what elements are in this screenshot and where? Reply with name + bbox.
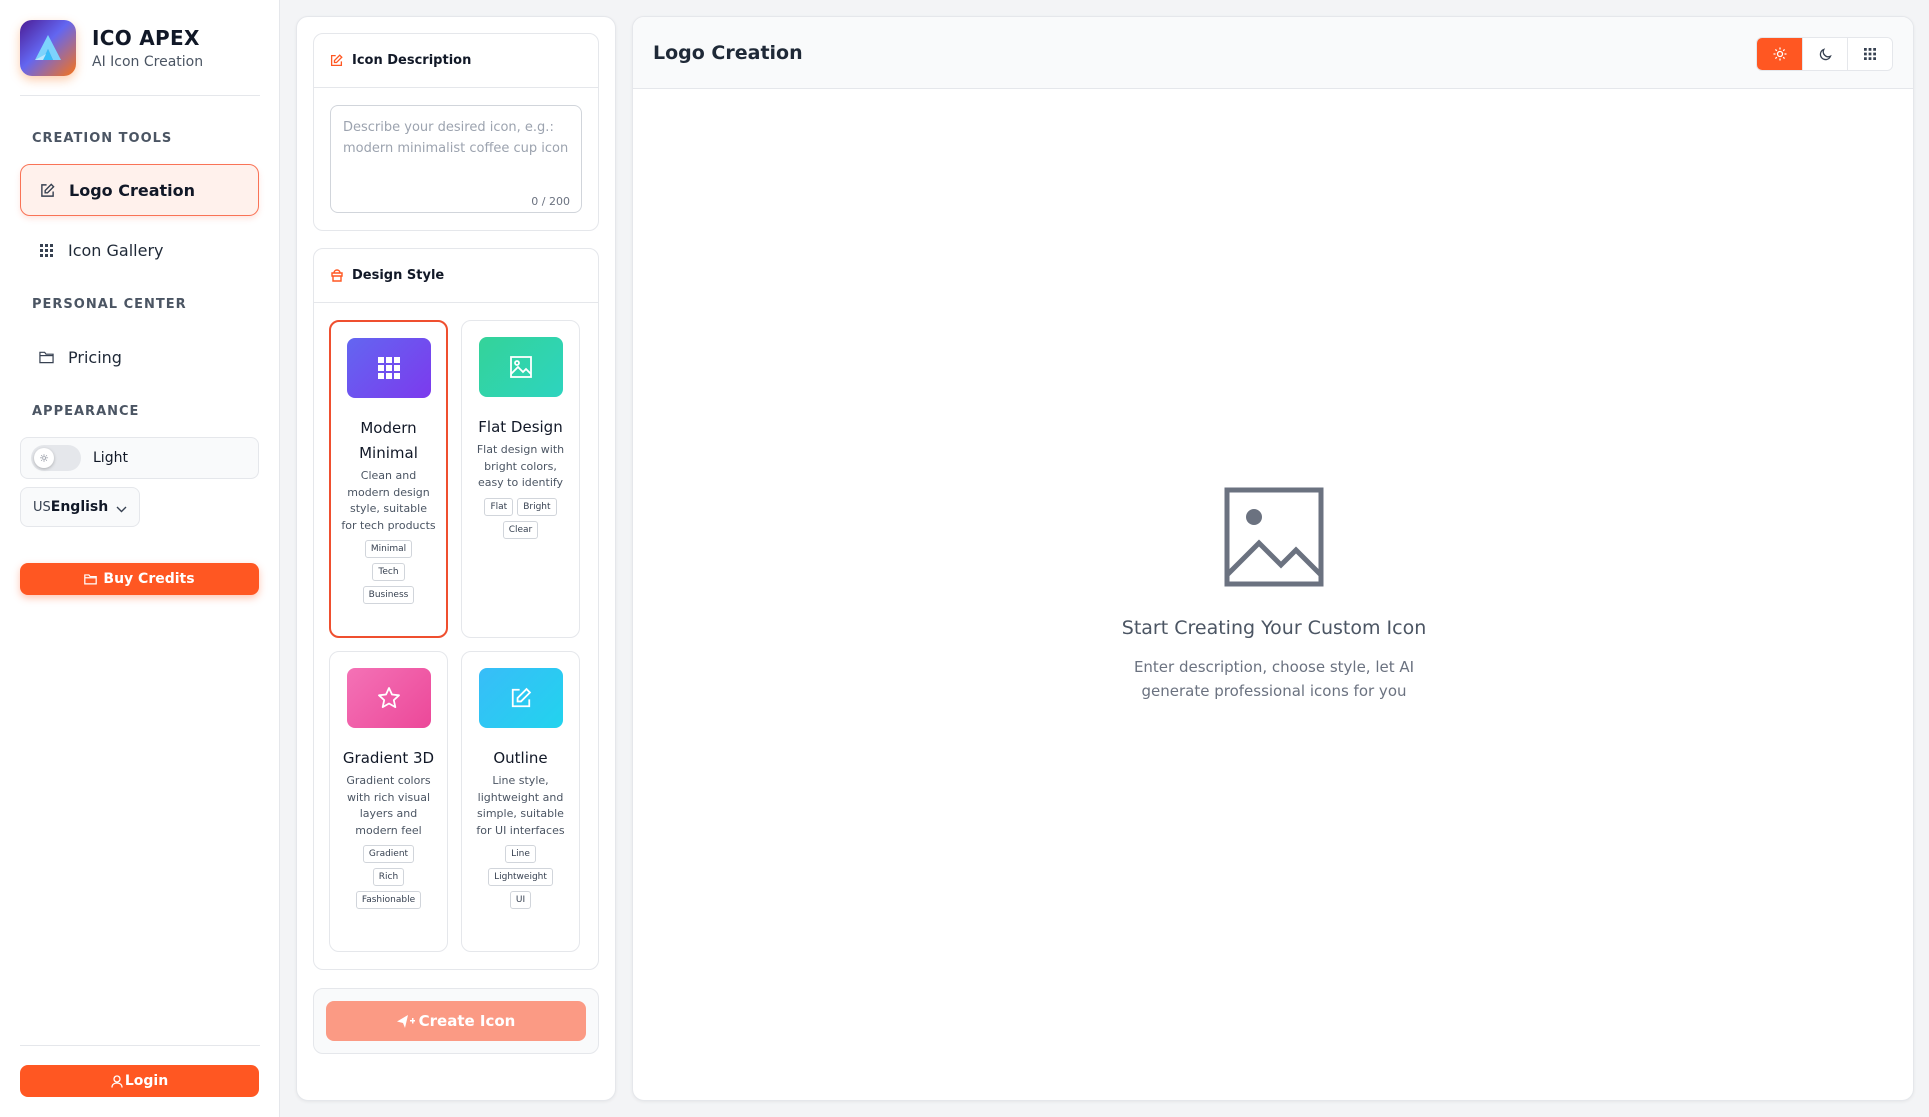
style-option-modern-minimal[interactable]: Modern Minimal Clean and modern design s…: [329, 320, 448, 638]
empty-state-description: Enter description, choose style, let AI …: [1133, 658, 1415, 700]
buy-credits-button[interactable]: Buy Credits: [20, 563, 259, 595]
section-label-personal-center: PERSONAL CENTER: [32, 297, 187, 312]
grid-icon: [38, 242, 54, 258]
edit-icon: [39, 182, 55, 198]
empty-state-title: Start Creating Your Custom Icon: [1121, 617, 1427, 639]
dark-mode-button[interactable]: [1802, 38, 1847, 70]
send-icon: [396, 1014, 415, 1028]
palette-icon: [330, 269, 344, 283]
brand-logo: [20, 20, 76, 76]
sidebar-item-label: Pricing: [68, 347, 122, 367]
style-tag: Fashionable: [355, 891, 422, 909]
image-placeholder-icon: [1224, 487, 1324, 587]
preview-panel: Logo Creation Start Creating Your Custom…: [632, 16, 1914, 1101]
style-tag: UI: [509, 891, 532, 909]
style-name: Flat Design: [478, 418, 563, 436]
style-tag: Gradient: [362, 845, 415, 863]
language-select[interactable]: US English: [20, 487, 140, 527]
style-tag: Line: [505, 845, 536, 863]
design-style-card: Design Style Modern Minimal Clean and mo…: [313, 248, 599, 970]
sidebar: ICO APEX AI Icon Creation CREATION TOOLS…: [0, 0, 280, 1117]
style-tag: Business: [362, 586, 415, 604]
style-tag: Lightweight: [488, 868, 553, 886]
icon-description-card: Icon Description 0 / 200: [313, 33, 599, 231]
sidebar-item-label: Icon Gallery: [68, 240, 164, 260]
edit-icon: [330, 54, 344, 68]
theme-toggle[interactable]: ☼ Light: [20, 437, 259, 479]
style-name: Gradient 3D: [342, 749, 435, 767]
image-icon: [478, 337, 563, 397]
brand-subtitle: AI Icon Creation: [92, 54, 204, 70]
sidebar-item-icon-gallery[interactable]: Icon Gallery: [20, 224, 259, 276]
style-tag: Clear: [502, 520, 539, 539]
star-icon: [346, 668, 431, 728]
divider: [20, 1045, 260, 1046]
edit-icon: [478, 668, 563, 728]
language-code: US: [33, 499, 51, 515]
style-tag: Tech: [372, 563, 405, 581]
style-option-outline[interactable]: Outline Line style, lightweight and simp…: [461, 651, 580, 952]
sidebar-item-logo-creation[interactable]: Logo Creation: [20, 164, 259, 216]
style-tag: Bright: [517, 497, 557, 516]
divider: [20, 95, 260, 96]
create-icon-button[interactable]: Create Icon: [326, 1001, 586, 1041]
style-tag: Rich: [372, 868, 405, 886]
chevron-down-icon: [116, 498, 127, 517]
preview-header: Logo Creation: [633, 17, 1913, 89]
sun-icon: [1773, 47, 1787, 61]
grid-icon: [346, 338, 431, 398]
theme-switch[interactable]: ☼: [31, 445, 81, 471]
style-desc: Gradient colors with rich visual layers …: [346, 774, 431, 837]
style-name: Outline: [493, 749, 548, 767]
empty-state: Start Creating Your Custom Icon Enter de…: [633, 487, 1913, 703]
style-tag: Minimal: [364, 540, 413, 558]
light-mode-button[interactable]: [1757, 38, 1802, 70]
wallet-icon: [84, 573, 98, 585]
card-title: Design Style: [352, 268, 445, 283]
login-label: Login: [124, 1073, 169, 1089]
folder-icon: [38, 349, 54, 365]
brand-title: ICO APEX: [92, 26, 200, 50]
card-title: Icon Description: [352, 53, 472, 68]
create-icon-label: Create Icon: [418, 1012, 516, 1030]
style-name: Modern Minimal: [359, 419, 418, 462]
theme-switcher: [1756, 37, 1893, 71]
create-card: Create Icon: [313, 988, 599, 1054]
grid-view-button[interactable]: [1847, 38, 1892, 70]
section-label-appearance: APPEARANCE: [32, 404, 140, 419]
char-count: 0 / 200: [531, 195, 570, 208]
user-icon: [111, 1074, 123, 1088]
style-option-flat-design[interactable]: Flat Design Flat design with bright colo…: [461, 320, 580, 638]
language-name: English: [50, 499, 109, 515]
style-option-gradient-3d[interactable]: Gradient 3D Gradient colors with rich vi…: [329, 651, 448, 952]
section-label-creation-tools: CREATION TOOLS: [32, 131, 173, 146]
page-title: Logo Creation: [653, 41, 803, 64]
sidebar-item-label: Logo Creation: [69, 180, 195, 200]
sun-icon: ☼: [34, 448, 54, 468]
login-button[interactable]: Login: [20, 1065, 259, 1097]
creation-panel: Icon Description 0 / 200 Design Style Mo…: [296, 16, 616, 1101]
brand[interactable]: ICO APEX AI Icon Creation: [20, 20, 203, 76]
style-desc: Flat design with bright colors, easy to …: [476, 443, 565, 489]
moon-icon: [1819, 47, 1832, 61]
theme-label: Light: [93, 450, 128, 466]
sidebar-item-pricing[interactable]: Pricing: [20, 331, 259, 383]
style-desc: Line style, lightweight and simple, suit…: [476, 774, 565, 837]
style-tag: Flat: [484, 497, 514, 516]
grid-icon: [1864, 48, 1876, 60]
buy-credits-label: Buy Credits: [103, 571, 195, 587]
style-desc: Clean and modern design style, suitable …: [341, 469, 436, 532]
